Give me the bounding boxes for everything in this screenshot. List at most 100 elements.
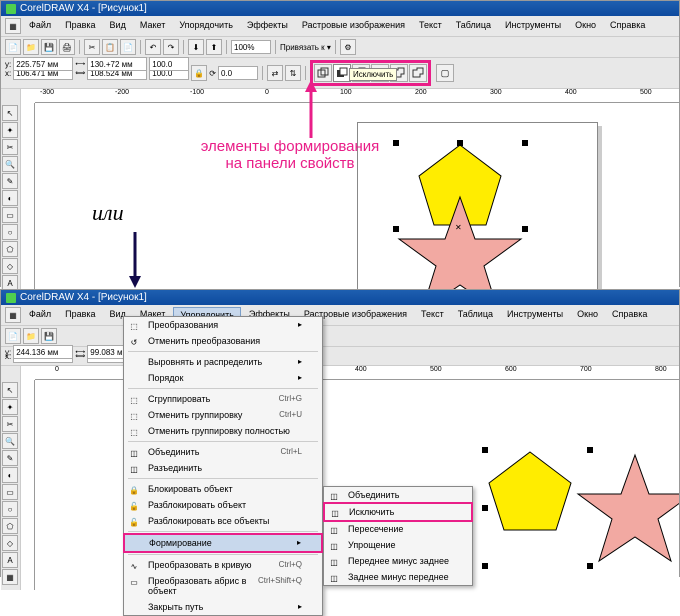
sub-weld[interactable]: ◫Объединить — [324, 487, 472, 503]
sub-simplify[interactable]: ◫Упрощение — [324, 537, 472, 553]
menu-layout[interactable]: Макет — [134, 18, 171, 34]
cut-btn[interactable]: ✂ — [84, 39, 100, 55]
ctx-shaping[interactable]: Формирование▸ — [123, 533, 323, 553]
star-shape-2[interactable] — [575, 453, 679, 565]
rectangle-tool[interactable]: ▭ — [2, 207, 18, 223]
ctx-transformations[interactable]: ⬚Преобразования▸ — [124, 317, 322, 333]
basic-shapes-tool-2[interactable]: ◇ — [2, 535, 18, 551]
crop-tool[interactable]: ✂ — [2, 139, 18, 155]
ruler-vertical — [21, 103, 35, 313]
redo-btn[interactable]: ↷ — [163, 39, 179, 55]
title-bar-bottom: CorelDRAW X4 - [Рисунок1] — [1, 290, 679, 305]
zoom-input[interactable] — [231, 40, 271, 54]
app-title-2: CorelDRAW X4 - [Рисунок1] — [20, 292, 147, 303]
print-btn[interactable]: 🖨 — [59, 39, 75, 55]
ellipse-tool[interactable]: ○ — [2, 224, 18, 240]
pentagon-shape-2[interactable] — [485, 450, 575, 532]
zoom-tool[interactable]: 🔍 — [2, 156, 18, 172]
ctx-breakapart[interactable]: ◫Разъединить — [124, 460, 322, 476]
or-text: или — [92, 200, 124, 226]
paste-btn[interactable]: 📄 — [120, 39, 136, 55]
undo-btn[interactable]: ↶ — [145, 39, 161, 55]
menu-text-2[interactable]: Текст — [415, 307, 450, 323]
menu-text[interactable]: Текст — [413, 18, 448, 34]
opts-btn[interactable]: ⚙ — [340, 39, 356, 55]
menu-table[interactable]: Таблица — [450, 18, 497, 34]
ctx-unlock[interactable]: 🔓Разблокировать объект — [124, 497, 322, 513]
save-btn[interactable]: 💾 — [41, 39, 57, 55]
menu-help[interactable]: Справка — [604, 18, 651, 34]
text-tool-2[interactable]: A — [2, 552, 18, 568]
menu-bitmaps[interactable]: Растровые изображения — [296, 18, 411, 34]
ctx-align[interactable]: Выровнять и распределить▸ — [124, 354, 322, 370]
open-btn-2[interactable]: 📁 — [23, 328, 39, 344]
ctx-group[interactable]: ⬚СгруппироватьCtrl+G — [124, 391, 322, 407]
snap-label[interactable]: Привязать к ▾ — [280, 43, 331, 52]
pick-tool[interactable]: ↖ — [2, 105, 18, 121]
sub-back-minus-front[interactable]: ◫Заднее минус переднее — [324, 569, 472, 585]
ctx-close-path[interactable]: Закрыть путь▸ — [124, 599, 322, 615]
y-input-2[interactable] — [13, 345, 73, 359]
ctx-combine[interactable]: ◫ОбъединитьCtrl+L — [124, 444, 322, 460]
sub-trim[interactable]: ◫Исключить — [323, 502, 473, 522]
h-input[interactable] — [87, 57, 147, 71]
save-btn-2[interactable]: 💾 — [41, 328, 57, 344]
menu-view[interactable]: Вид — [104, 18, 132, 34]
menu-table-2[interactable]: Таблица — [452, 307, 499, 323]
y-label: y: — [5, 60, 11, 69]
menu-help-2[interactable]: Справка — [606, 307, 653, 323]
back-minus-front-btn[interactable] — [409, 64, 427, 82]
smart-fill-tool[interactable]: ◐ — [2, 190, 18, 206]
y-input[interactable] — [13, 57, 73, 71]
lock-ratio-btn[interactable]: 🔒 — [191, 65, 207, 81]
annotation-shaping-elements: элементы формирования на панели свойств — [185, 138, 395, 172]
ctx-undo-transform[interactable]: ↺Отменить преобразования — [124, 333, 322, 349]
menu-edit[interactable]: Правка — [59, 18, 101, 34]
import-btn[interactable]: ⬇ — [188, 39, 204, 55]
export-btn[interactable]: ⬆ — [206, 39, 222, 55]
menu-tools-2[interactable]: Инструменты — [501, 307, 569, 323]
mirror-h-btn[interactable]: ⇄ — [267, 65, 283, 81]
menu-window-2[interactable]: Окно — [571, 307, 604, 323]
pick-tool-2[interactable]: ↖ — [2, 382, 18, 398]
sub-intersect[interactable]: ◫Пересечение — [324, 521, 472, 537]
menu-file[interactable]: Файл — [23, 18, 57, 34]
polygon-tool-2[interactable]: ⬠ — [2, 518, 18, 534]
smart-fill-tool-2[interactable]: ◐ — [2, 467, 18, 483]
menu-edit-2[interactable]: Правка — [59, 307, 101, 323]
ctx-ungroup-all[interactable]: ⬚Отменить группировку полностью — [124, 423, 322, 439]
menu-window[interactable]: Окно — [569, 18, 602, 34]
ellipse-tool-2[interactable]: ○ — [2, 501, 18, 517]
menu-arrange[interactable]: Упорядочить — [173, 18, 239, 34]
rectangle-tool-2[interactable]: ▭ — [2, 484, 18, 500]
zoom-tool-2[interactable]: 🔍 — [2, 433, 18, 449]
menu-bar-bottom: ▦ Файл Правка Вид Макет Упорядочить Эффе… — [1, 305, 679, 326]
table-tool-2[interactable]: ▦ — [2, 569, 18, 585]
ctx-ungroup[interactable]: ⬚Отменить группировкуCtrl+U — [124, 407, 322, 423]
open-btn[interactable]: 📁 — [23, 39, 39, 55]
freehand-tool-2[interactable]: ✎ — [2, 450, 18, 466]
create-boundary-btn[interactable]: ▢ — [436, 64, 454, 82]
menu-effects[interactable]: Эффекты — [241, 18, 294, 34]
freehand-tool[interactable]: ✎ — [2, 173, 18, 189]
menu-tools[interactable]: Инструменты — [499, 18, 567, 34]
ctx-order[interactable]: Порядок▸ — [124, 370, 322, 386]
sy-input[interactable] — [149, 57, 189, 71]
rot-input[interactable] — [218, 66, 258, 80]
menu-file-2[interactable]: Файл — [23, 307, 57, 323]
crop-tool-2[interactable]: ✂ — [2, 416, 18, 432]
mirror-v-btn[interactable]: ⇅ — [285, 65, 301, 81]
new-btn[interactable]: 📄 — [5, 39, 21, 55]
ctx-lock[interactable]: 🔒Блокировать объект — [124, 481, 322, 497]
shape-tool-2[interactable]: ✦ — [2, 399, 18, 415]
sub-front-minus-back[interactable]: ◫Переднее минус заднее — [324, 553, 472, 569]
new-btn-2[interactable]: 📄 — [5, 328, 21, 344]
shaping-submenu: ◫Объединить ◫Исключить ◫Пересечение ◫Упр… — [323, 486, 473, 586]
polygon-tool[interactable]: ⬠ — [2, 241, 18, 257]
copy-btn[interactable]: 📋 — [102, 39, 118, 55]
ctx-unlock-all[interactable]: 🔓Разблокировать все объекты — [124, 513, 322, 529]
basic-shapes-tool[interactable]: ◇ — [2, 258, 18, 274]
menu-bar-top: ▦ Файл Правка Вид Макет Упорядочить Эффе… — [1, 16, 679, 37]
shape-tool[interactable]: ✦ — [2, 122, 18, 138]
ctx-convert-curve[interactable]: ∿Преобразовать в кривуюCtrl+Q — [124, 557, 322, 573]
